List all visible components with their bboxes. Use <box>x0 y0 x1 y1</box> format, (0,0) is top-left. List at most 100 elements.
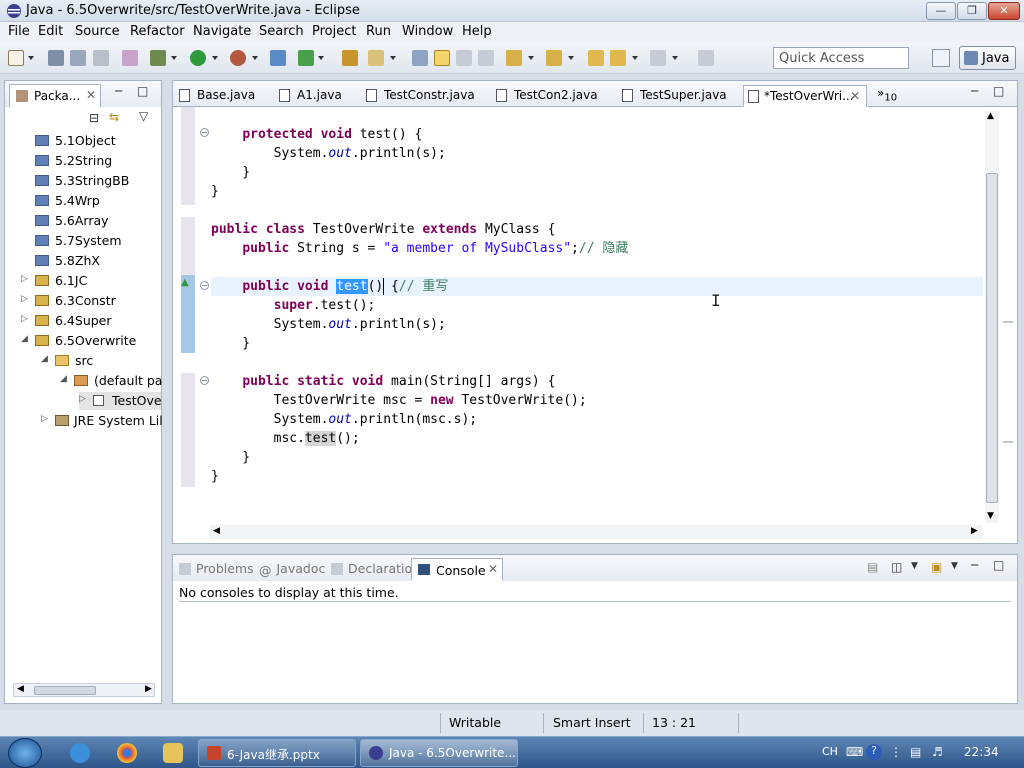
scroll-right-icon[interactable]: ▶ <box>145 684 152 694</box>
link-with-editor-icon[interactable]: ⇆ <box>109 110 119 124</box>
open-type-icon[interactable] <box>342 50 358 66</box>
chevron-down-icon[interactable] <box>390 56 396 60</box>
editor-tab[interactable]: A1.java <box>279 85 371 107</box>
taskbar-button-eclipse[interactable]: Java - 6.5Overwrite... <box>360 739 518 767</box>
java-perspective-button[interactable]: Java <box>959 46 1016 70</box>
previous-annotation-icon[interactable] <box>546 50 562 66</box>
tab-package-explorer[interactable]: Packa... ✕ <box>9 84 101 107</box>
editor-tab[interactable]: Base.java <box>179 85 279 107</box>
close-icon[interactable]: ✕ <box>86 88 96 102</box>
print-icon[interactable] <box>93 50 109 66</box>
expand-arrow-icon[interactable]: ▷ <box>21 274 28 284</box>
tab-overflow-button[interactable]: »10 <box>877 86 897 103</box>
new-package-icon[interactable] <box>298 50 314 66</box>
scroll-down-icon[interactable]: ▼ <box>987 511 994 521</box>
skip-breakpoints-icon[interactable] <box>122 50 138 66</box>
chevron-down-icon[interactable] <box>171 56 177 60</box>
fold-icon[interactable]: − <box>200 281 209 290</box>
chevron-down-icon[interactable] <box>568 56 574 60</box>
chevron-down-icon[interactable] <box>318 56 324 60</box>
minimize-view-icon[interactable]: ─ <box>115 84 122 98</box>
close-icon[interactable]: ✕ <box>488 562 498 576</box>
chevron-down-icon[interactable]: ▼ <box>911 561 918 571</box>
internet-explorer-icon[interactable] <box>70 743 90 763</box>
override-marker-icon[interactable]: ▲ <box>181 277 189 288</box>
chrome-icon[interactable] <box>117 743 137 763</box>
chevron-down-icon[interactable] <box>28 56 34 60</box>
menu-project[interactable]: Project <box>312 24 356 39</box>
menu-run[interactable]: Run <box>366 24 391 39</box>
scrollbar-thumb[interactable] <box>34 686 96 695</box>
display-console-icon[interactable]: ◫ <box>891 560 902 574</box>
chevron-down-icon[interactable] <box>672 56 678 60</box>
collapse-arrow-icon[interactable]: ◢ <box>21 334 28 344</box>
chevron-down-icon[interactable] <box>632 56 638 60</box>
open-perspective-icon[interactable] <box>932 49 950 67</box>
open-console-icon[interactable]: ▣ <box>931 560 942 574</box>
network-icon[interactable]: ▤ <box>910 745 921 759</box>
tab-declaration[interactable]: Declaration <box>331 561 420 576</box>
maximize-view-icon[interactable]: □ <box>137 84 148 98</box>
clock[interactable]: 22:34 <box>964 745 999 759</box>
search-icon[interactable] <box>368 50 384 66</box>
editor-tab[interactable]: TestConstr.java <box>366 85 482 107</box>
expand-arrow-icon[interactable]: ▷ <box>79 394 86 404</box>
expand-arrow-icon[interactable]: ▷ <box>21 314 28 324</box>
tab-console[interactable]: Console ✕ <box>411 558 503 581</box>
start-button[interactable] <box>8 738 42 768</box>
toggle-mark-occurrences-icon[interactable] <box>412 50 428 66</box>
taskbar-button-powerpoint[interactable]: 6-Java继承.pptx <box>198 739 356 767</box>
help-icon[interactable]: ? <box>866 744 882 760</box>
vertical-scrollbar[interactable]: ▲ ▼ <box>985 111 999 523</box>
tab-problems[interactable]: Problems <box>179 561 254 576</box>
menu-window[interactable]: Window <box>402 24 453 39</box>
view-menu-icon[interactable]: ▽ <box>139 109 148 123</box>
maximize-view-icon[interactable]: □ <box>993 558 1004 572</box>
editor-tab[interactable]: TestCon2.java <box>496 85 606 107</box>
horizontal-scrollbar[interactable]: ◀ ▶ <box>209 525 983 539</box>
pin-editor-icon[interactable] <box>698 50 714 66</box>
overview-mark[interactable] <box>1003 321 1013 323</box>
chevron-down-icon[interactable] <box>252 56 258 60</box>
menu-source[interactable]: Source <box>75 24 120 39</box>
scroll-left-icon[interactable]: ◀ <box>17 684 24 694</box>
close-icon[interactable]: ✕ <box>850 89 860 103</box>
minimize-view-icon[interactable]: ─ <box>971 84 978 98</box>
keyboard-icon[interactable]: ⌨ <box>846 745 863 759</box>
quick-access-input[interactable]: Quick Access <box>773 47 909 69</box>
file-explorer-icon[interactable] <box>163 743 183 763</box>
menu-file[interactable]: File <box>8 24 30 39</box>
next-annotation-icon[interactable] <box>506 50 522 66</box>
expand-arrow-icon[interactable]: ▷ <box>21 294 28 304</box>
volume-icon[interactable]: ♬ <box>932 745 943 759</box>
collapse-arrow-icon[interactable]: ◢ <box>41 354 48 364</box>
tab-javadoc[interactable]: @ Javadoc <box>259 561 325 578</box>
overview-ruler[interactable] <box>1001 111 1015 523</box>
minimize-button[interactable]: — <box>926 2 956 20</box>
pin-console-icon[interactable]: ▤ <box>867 560 878 574</box>
back-icon[interactable] <box>610 50 626 66</box>
fold-icon[interactable]: − <box>200 376 209 385</box>
maximize-button[interactable]: ❐ <box>957 2 987 20</box>
chevron-down-icon[interactable] <box>212 56 218 60</box>
highlight-icon[interactable] <box>434 50 450 66</box>
save-icon[interactable] <box>48 50 64 66</box>
last-edit-icon[interactable] <box>588 50 604 66</box>
expand-arrow-icon[interactable]: ▷ <box>41 414 48 424</box>
menu-edit[interactable]: Edit <box>38 24 63 39</box>
block-selection-icon[interactable] <box>456 50 472 66</box>
collapse-arrow-icon[interactable]: ◢ <box>60 374 67 384</box>
chevron-down-icon[interactable] <box>528 56 534 60</box>
menu-navigate[interactable]: Navigate <box>193 24 251 39</box>
maximize-view-icon[interactable]: □ <box>993 84 1004 98</box>
code-area[interactable]: protected void test() { System.out.print… <box>211 107 983 525</box>
language-indicator[interactable]: CH <box>822 745 838 758</box>
external-tools-icon[interactable] <box>230 50 246 66</box>
menu-help[interactable]: Help <box>462 24 492 39</box>
scroll-up-icon[interactable]: ▲ <box>987 111 994 121</box>
tray-overflow-icon[interactable]: ⋮ <box>890 745 902 759</box>
run-icon[interactable] <box>190 50 206 66</box>
new-icon[interactable] <box>8 50 24 66</box>
editor-tab[interactable]: TestSuper.java <box>622 85 732 107</box>
tree-item-selected[interactable]: ▷ TestOve <box>79 392 162 410</box>
